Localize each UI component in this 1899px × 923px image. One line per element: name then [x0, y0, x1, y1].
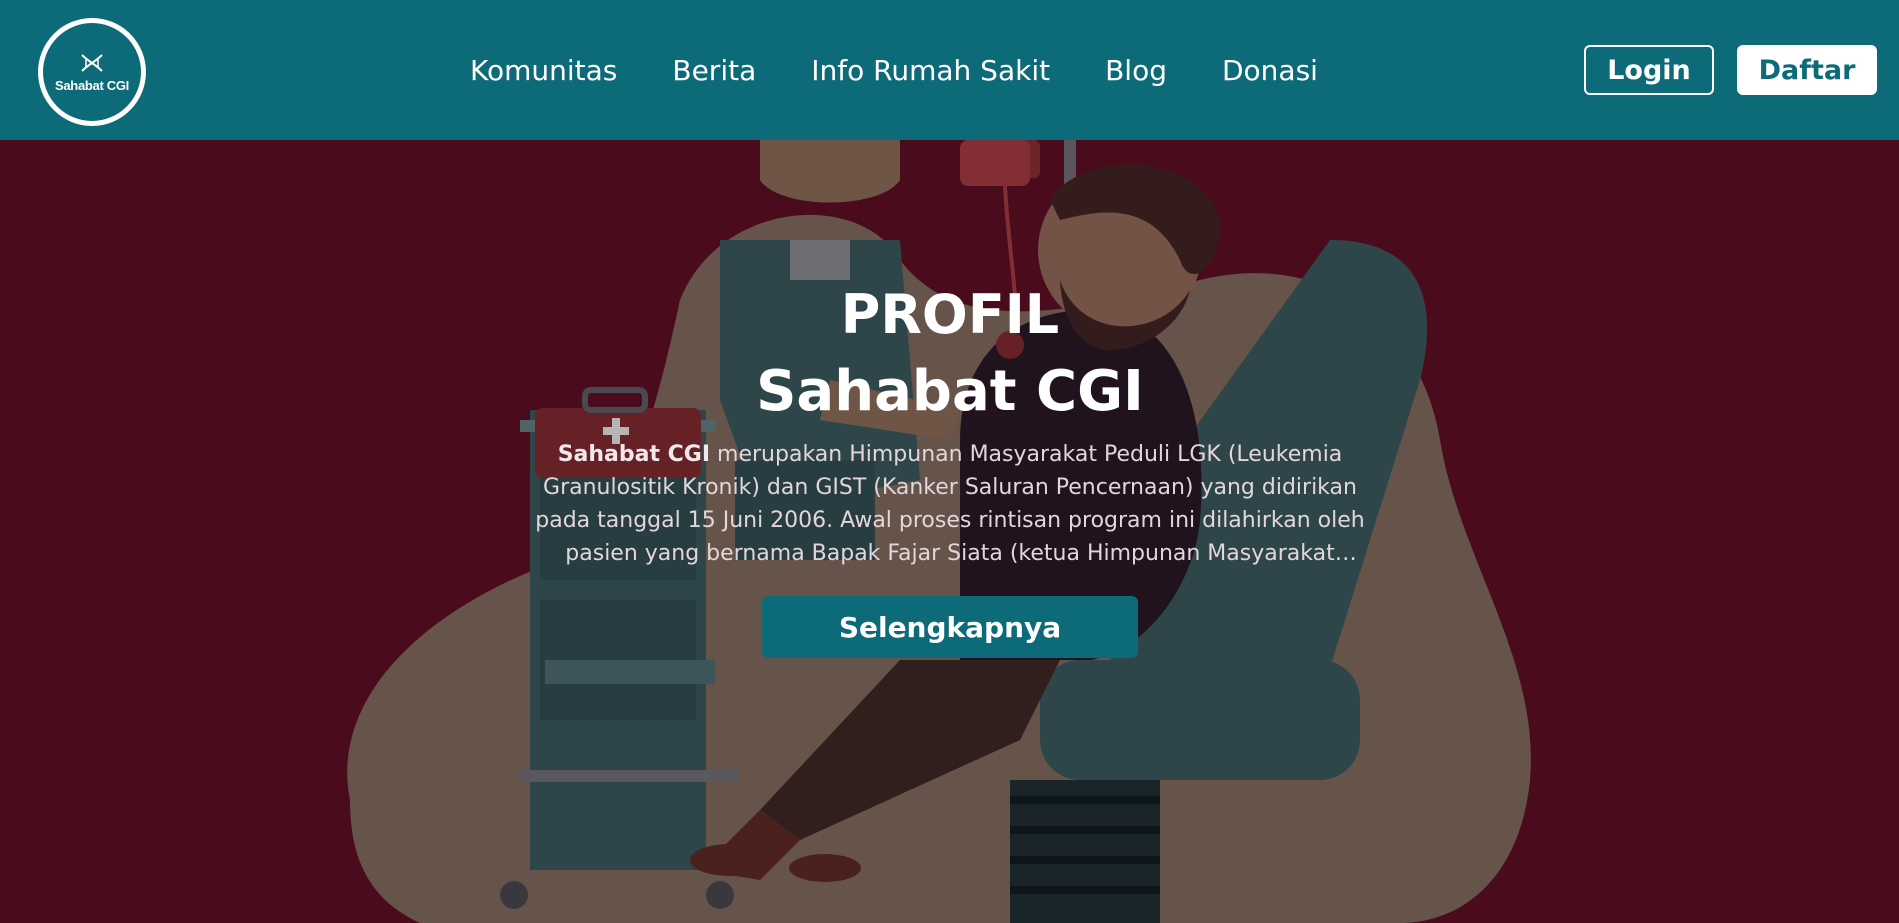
hero-title: Sahabat CGI: [756, 359, 1144, 424]
hero-kicker: PROFIL: [840, 283, 1060, 346]
top-navbar: Sahabat CGI Komunitas Berita Info Rumah …: [0, 0, 1899, 140]
read-more-button[interactable]: Selengkapnya: [762, 596, 1138, 658]
register-button[interactable]: Daftar: [1737, 45, 1877, 95]
nav-item-komunitas[interactable]: Komunitas: [470, 54, 617, 87]
brand-logo-text: Sahabat CGI: [55, 77, 129, 93]
nav-item-berita[interactable]: Berita: [672, 54, 756, 87]
dna-icon: [81, 53, 103, 72]
hero-description-bold: Sahabat CGI: [557, 442, 711, 467]
main-nav: Komunitas Berita Info Rumah Sakit Blog D…: [470, 48, 1318, 92]
profile-hero: PROFIL Sahabat CGI Sahabat CGI merupakan…: [0, 140, 1899, 923]
nav-item-donasi[interactable]: Donasi: [1222, 54, 1318, 87]
hero-description: Sahabat CGI merupakan Himpunan Masyaraka…: [520, 438, 1380, 570]
brand-logo[interactable]: Sahabat CGI: [38, 18, 146, 126]
nav-item-blog[interactable]: Blog: [1105, 54, 1167, 87]
login-button[interactable]: Login: [1584, 45, 1714, 95]
nav-item-info-rumah-sakit[interactable]: Info Rumah Sakit: [811, 54, 1050, 87]
hero-content: PROFIL Sahabat CGI Sahabat CGI merupakan…: [500, 280, 1400, 658]
